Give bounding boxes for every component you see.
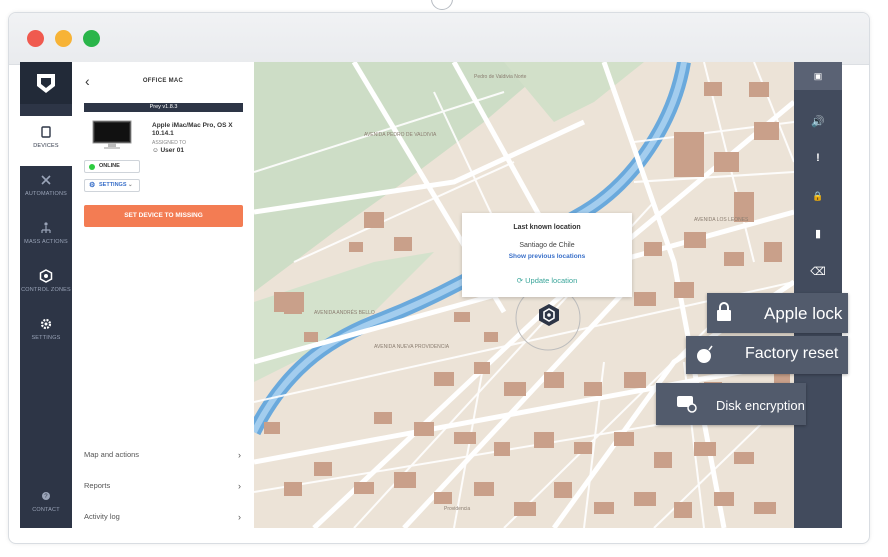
alarm-icon[interactable]: 🔊	[794, 112, 842, 132]
factory-reset-action[interactable]: Factory reset	[686, 336, 848, 374]
help-icon: ?	[42, 492, 50, 500]
device-location-marker-icon	[539, 304, 559, 326]
assigned-to-label: ASSIGNED TO	[152, 140, 186, 146]
gear-icon	[40, 318, 52, 330]
version-bar: Prey v1.8.3	[84, 103, 243, 112]
bomb-icon	[697, 345, 713, 363]
disk-encryption-action[interactable]: Disk encryption	[656, 383, 806, 425]
street-label: AVENIDA PEDRO DE VALDIVIA	[364, 132, 437, 138]
sidebar-item-label: CONTROL ZONES	[21, 287, 71, 293]
sidebar-item-settings[interactable]: SETTINGS	[20, 308, 72, 358]
trash-icon[interactable]: ⌫	[794, 262, 842, 282]
popup-title: Last known location	[513, 224, 581, 231]
chevron-right-icon: ›	[238, 481, 241, 491]
location-popup: Last known location Santiago de Chile Sh…	[462, 213, 632, 297]
sidebar-item-automations[interactable]: AUTOMATIONS	[20, 164, 72, 214]
street-label: AVENIDA ANDRÉS BELLO	[314, 310, 375, 316]
status-badge: ONLINE	[84, 160, 140, 173]
sidebar-item-label: MASS ACTIONS	[24, 239, 68, 245]
alert-icon[interactable]: !	[794, 148, 842, 168]
assigned-user: ☺ User 01	[152, 147, 184, 154]
disk-encryption-icon	[677, 396, 697, 413]
sidebar-item-devices[interactable]: DEVICES	[20, 116, 72, 166]
sidebar-item-label: SETTINGS	[31, 335, 61, 341]
svg-text:?: ?	[44, 494, 48, 500]
device-title: OFFICE MAC	[142, 78, 184, 84]
location-name: Santiago de Chile	[519, 242, 575, 249]
chevron-right-icon: ›	[238, 512, 241, 522]
prey-logo	[20, 62, 72, 104]
device-icon	[41, 126, 51, 138]
street-label: Pedro de Valdivia Norte	[474, 74, 527, 80]
map-and-actions-link[interactable]: Map and actions ›	[84, 448, 243, 462]
folder-icon[interactable]: ▮	[794, 224, 842, 244]
device-model: Apple iMac/Mac Pro, OS X 10.14.1	[152, 122, 233, 137]
chevron-right-icon: ›	[238, 450, 241, 460]
online-dot-icon	[89, 164, 95, 170]
maximize-window-button[interactable]	[83, 30, 100, 47]
refresh-icon: ⟳	[516, 276, 524, 285]
street-label: Providencia	[444, 506, 471, 512]
sidebar-item-label: AUTOMATIONS	[24, 191, 68, 197]
set-device-missing-button[interactable]: SET DEVICE TO MISSING	[84, 205, 243, 227]
activity-log-link[interactable]: Activity log ›	[84, 510, 243, 524]
close-window-button[interactable]	[27, 30, 44, 47]
title-bar	[9, 13, 869, 65]
control-zones-icon	[39, 269, 53, 283]
settings-dropdown[interactable]: ⚙ SETTINGS ⌄	[84, 179, 140, 192]
apple-lock-action[interactable]: Apple lock	[707, 293, 848, 333]
gear-icon: ⚙	[89, 182, 96, 189]
mass-actions-icon	[41, 222, 51, 233]
sidebar-item-label: CONTACT	[32, 507, 60, 513]
minimize-window-button[interactable]	[55, 30, 72, 47]
update-location-button[interactable]: ⟳ Update location	[462, 276, 632, 285]
sidebar-item-label: DEVICES	[33, 143, 59, 149]
device-panel: ‹ OFFICE MAC Prey v1.8.3 Apple iMac/Mac …	[72, 62, 254, 528]
sidebar: DEVICES AUTOMATIONS MASS ACTIONS CONTROL…	[20, 62, 72, 528]
lock-icon	[717, 302, 731, 321]
show-previous-locations-link[interactable]: Show previous locations	[462, 253, 632, 260]
sidebar-item-contact[interactable]: ? CONTACT	[20, 480, 72, 530]
street-label: AVENIDA LOS LEONES	[694, 217, 749, 223]
frame-hanger	[431, 0, 453, 10]
reports-link[interactable]: Reports ›	[84, 479, 243, 493]
tools-icon	[41, 175, 51, 185]
expand-icon[interactable]: ▣	[794, 66, 842, 86]
imac-image	[92, 120, 132, 149]
sidebar-item-mass-actions[interactable]: MASS ACTIONS	[20, 212, 72, 262]
sidebar-item-control-zones[interactable]: CONTROL ZONES	[20, 260, 72, 310]
street-label: AVENIDA NUEVA PROVIDENCIA	[374, 344, 450, 350]
lock-icon[interactable]: 🔒	[794, 186, 842, 206]
